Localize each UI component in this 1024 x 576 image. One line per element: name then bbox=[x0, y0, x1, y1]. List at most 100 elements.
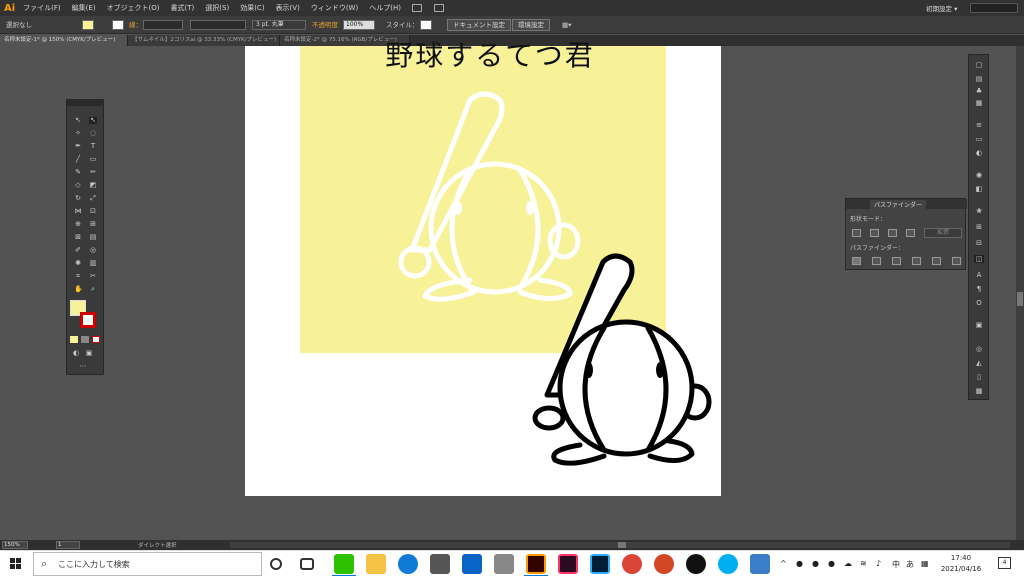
notification-center-icon[interactable]: 4 bbox=[998, 557, 1011, 569]
fill-swatch[interactable] bbox=[82, 20, 94, 30]
mail-icon[interactable] bbox=[462, 554, 482, 574]
dock-gradient-icon[interactable]: ▭ bbox=[974, 135, 984, 143]
photoshop-icon[interactable] bbox=[590, 554, 610, 574]
graphic-style-swatch[interactable] bbox=[420, 20, 432, 30]
gradient-mode-icon[interactable] bbox=[81, 336, 89, 343]
dock-artboards-icon[interactable]: ▣ bbox=[974, 321, 984, 329]
dock-layers-icon[interactable]: ▤ bbox=[974, 75, 984, 83]
shape-builder-tool-icon[interactable]: ⊕ bbox=[74, 221, 82, 228]
dock-align-icon[interactable]: ⊟ bbox=[974, 239, 984, 247]
tray-app-icon[interactable]: ● bbox=[812, 559, 819, 568]
color-mode-icon[interactable] bbox=[70, 336, 78, 343]
tray-overflow-icon[interactable]: ^ bbox=[780, 559, 787, 568]
calculator-icon[interactable] bbox=[494, 554, 514, 574]
vertical-scroll-thumb[interactable] bbox=[1017, 292, 1023, 306]
pathfinder-tab[interactable]: パスファインダー bbox=[870, 200, 927, 209]
zoom-level-field[interactable]: 150% bbox=[2, 541, 28, 549]
stroke-swatch[interactable] bbox=[112, 20, 124, 30]
illustrator-taskbar-icon[interactable] bbox=[526, 554, 546, 574]
menu-help[interactable]: ヘルプ(H) bbox=[369, 3, 401, 13]
pen-tool-icon[interactable]: ✒ bbox=[74, 143, 82, 150]
dock-appearance-icon[interactable]: ◉ bbox=[974, 171, 984, 179]
screen-mode-icon[interactable]: ▣ bbox=[85, 350, 93, 357]
menu-effect[interactable]: 効果(C) bbox=[240, 3, 264, 13]
arrange-documents-icon[interactable] bbox=[433, 4, 444, 12]
divide-button[interactable] bbox=[852, 257, 861, 265]
store-icon[interactable] bbox=[430, 554, 450, 574]
powerpoint-icon[interactable] bbox=[654, 554, 674, 574]
minus-back-button[interactable] bbox=[952, 257, 961, 265]
free-transform-tool-icon[interactable]: ⊡ bbox=[89, 208, 97, 215]
dock-stroke-icon[interactable]: ≡ bbox=[974, 121, 984, 129]
edge-icon[interactable] bbox=[398, 554, 418, 574]
eyedropper-tool-icon[interactable]: ✐ bbox=[74, 247, 82, 254]
paintbrush-tool-icon[interactable]: ✎ bbox=[74, 169, 82, 176]
indesign-icon[interactable] bbox=[558, 554, 578, 574]
perspective-grid-tool-icon[interactable]: ⊞ bbox=[89, 221, 97, 228]
arrange-icon[interactable]: ▦▾ bbox=[562, 20, 571, 30]
dock-swatches-icon[interactable]: ▦ bbox=[974, 99, 984, 107]
width-tool-icon[interactable]: ⋈ bbox=[74, 208, 82, 215]
merge-button[interactable] bbox=[892, 257, 901, 265]
bridge-icon[interactable] bbox=[411, 4, 422, 12]
dock-character-icon[interactable]: A bbox=[974, 271, 984, 279]
variable-width-profile[interactable] bbox=[190, 20, 246, 30]
tab-document-2[interactable]: 【サムネイル】2コリスai @ 33.33% (CMYK/プレビュー) bbox=[128, 35, 280, 46]
dock-libraries-icon[interactable]: ♣ bbox=[974, 87, 984, 95]
dock-graphic-styles-icon[interactable]: ◧ bbox=[974, 185, 984, 193]
symbol-sprayer-tool-icon[interactable]: ✺ bbox=[74, 260, 82, 267]
stroke-weight-field[interactable] bbox=[143, 20, 183, 30]
dock-opentype-icon[interactable]: O bbox=[974, 299, 984, 307]
dock-image-trace-icon[interactable]: ◎ bbox=[974, 345, 984, 353]
dock-paragraph-icon[interactable]: ¶ bbox=[974, 285, 984, 293]
tools-panel-header[interactable] bbox=[67, 100, 103, 106]
qq-icon[interactable] bbox=[686, 554, 706, 574]
blend-tool-icon[interactable]: ◎ bbox=[89, 247, 97, 254]
document-setup-button[interactable]: ドキュメント設定 bbox=[447, 19, 511, 31]
gradient-tool-icon[interactable]: ▤ bbox=[89, 234, 97, 241]
dock-links-icon[interactable]: ▯ bbox=[974, 373, 984, 381]
rectangle-tool-icon[interactable]: ▭ bbox=[89, 156, 97, 163]
dock-properties-icon[interactable]: ▢ bbox=[974, 61, 984, 69]
file-explorer-icon[interactable] bbox=[366, 554, 386, 574]
task-view-icon[interactable] bbox=[300, 558, 314, 570]
none-mode-icon[interactable] bbox=[92, 336, 100, 343]
column-graph-tool-icon[interactable]: ▥ bbox=[89, 260, 97, 267]
tray-app2-icon[interactable]: ● bbox=[828, 559, 835, 568]
menu-window[interactable]: ウィンドウ(W) bbox=[311, 3, 358, 13]
skype-icon[interactable] bbox=[718, 554, 738, 574]
dock-asset-export-icon[interactable]: ◭ bbox=[974, 359, 984, 367]
workspace-switcher[interactable]: 初期設定 ▾ bbox=[926, 3, 957, 13]
photos-icon[interactable] bbox=[750, 554, 770, 574]
dock-pathfinder-icon[interactable]: ◫ bbox=[974, 255, 984, 263]
ime-settings-icon[interactable]: ▦ bbox=[921, 559, 929, 568]
wechat-icon[interactable] bbox=[334, 554, 354, 574]
preferences-button[interactable]: 環境設定 bbox=[512, 19, 550, 31]
dock-symbols-icon[interactable]: ❀ bbox=[974, 207, 984, 215]
menu-type[interactable]: 書式(T) bbox=[171, 3, 195, 13]
brush-definition[interactable]: 3 pt. 丸筆 bbox=[252, 20, 306, 30]
expand-button[interactable]: 拡張 bbox=[924, 228, 962, 238]
shaper-tool-icon[interactable]: ◇ bbox=[74, 182, 82, 189]
network-icon[interactable]: ≋ bbox=[860, 559, 867, 568]
yellow-rectangle[interactable] bbox=[300, 46, 666, 353]
language-icon[interactable]: 中 bbox=[892, 559, 900, 570]
lasso-tool-icon[interactable]: ◌ bbox=[89, 130, 97, 137]
system-clock[interactable]: 17:40 2021/04/16 bbox=[930, 553, 992, 575]
slice-tool-icon[interactable]: ✂ bbox=[89, 273, 97, 280]
artboard-headline[interactable]: 野球するてつ君 bbox=[330, 34, 650, 74]
crop-button[interactable] bbox=[912, 257, 921, 265]
eraser-tool-icon[interactable]: ◩ bbox=[89, 182, 97, 189]
hand-tool-icon[interactable]: ✋ bbox=[74, 286, 83, 293]
intersect-button[interactable] bbox=[888, 229, 897, 237]
opacity-label[interactable]: 不透明度 bbox=[312, 20, 338, 30]
edit-toolbar-icon[interactable]: ⋯ bbox=[79, 363, 87, 370]
outline-button[interactable] bbox=[932, 257, 941, 265]
current-tool-status[interactable]: ダイレクト選択 bbox=[138, 541, 177, 549]
pencil-tool-icon[interactable]: ✏ bbox=[89, 169, 97, 176]
windows-start-icon[interactable] bbox=[0, 551, 32, 576]
dock-info-icon[interactable]: ▩ bbox=[974, 387, 984, 395]
exclude-button[interactable] bbox=[906, 229, 915, 237]
opacity-field[interactable]: 100% bbox=[343, 20, 375, 30]
draw-mode-icon[interactable]: ◐ bbox=[72, 350, 80, 357]
